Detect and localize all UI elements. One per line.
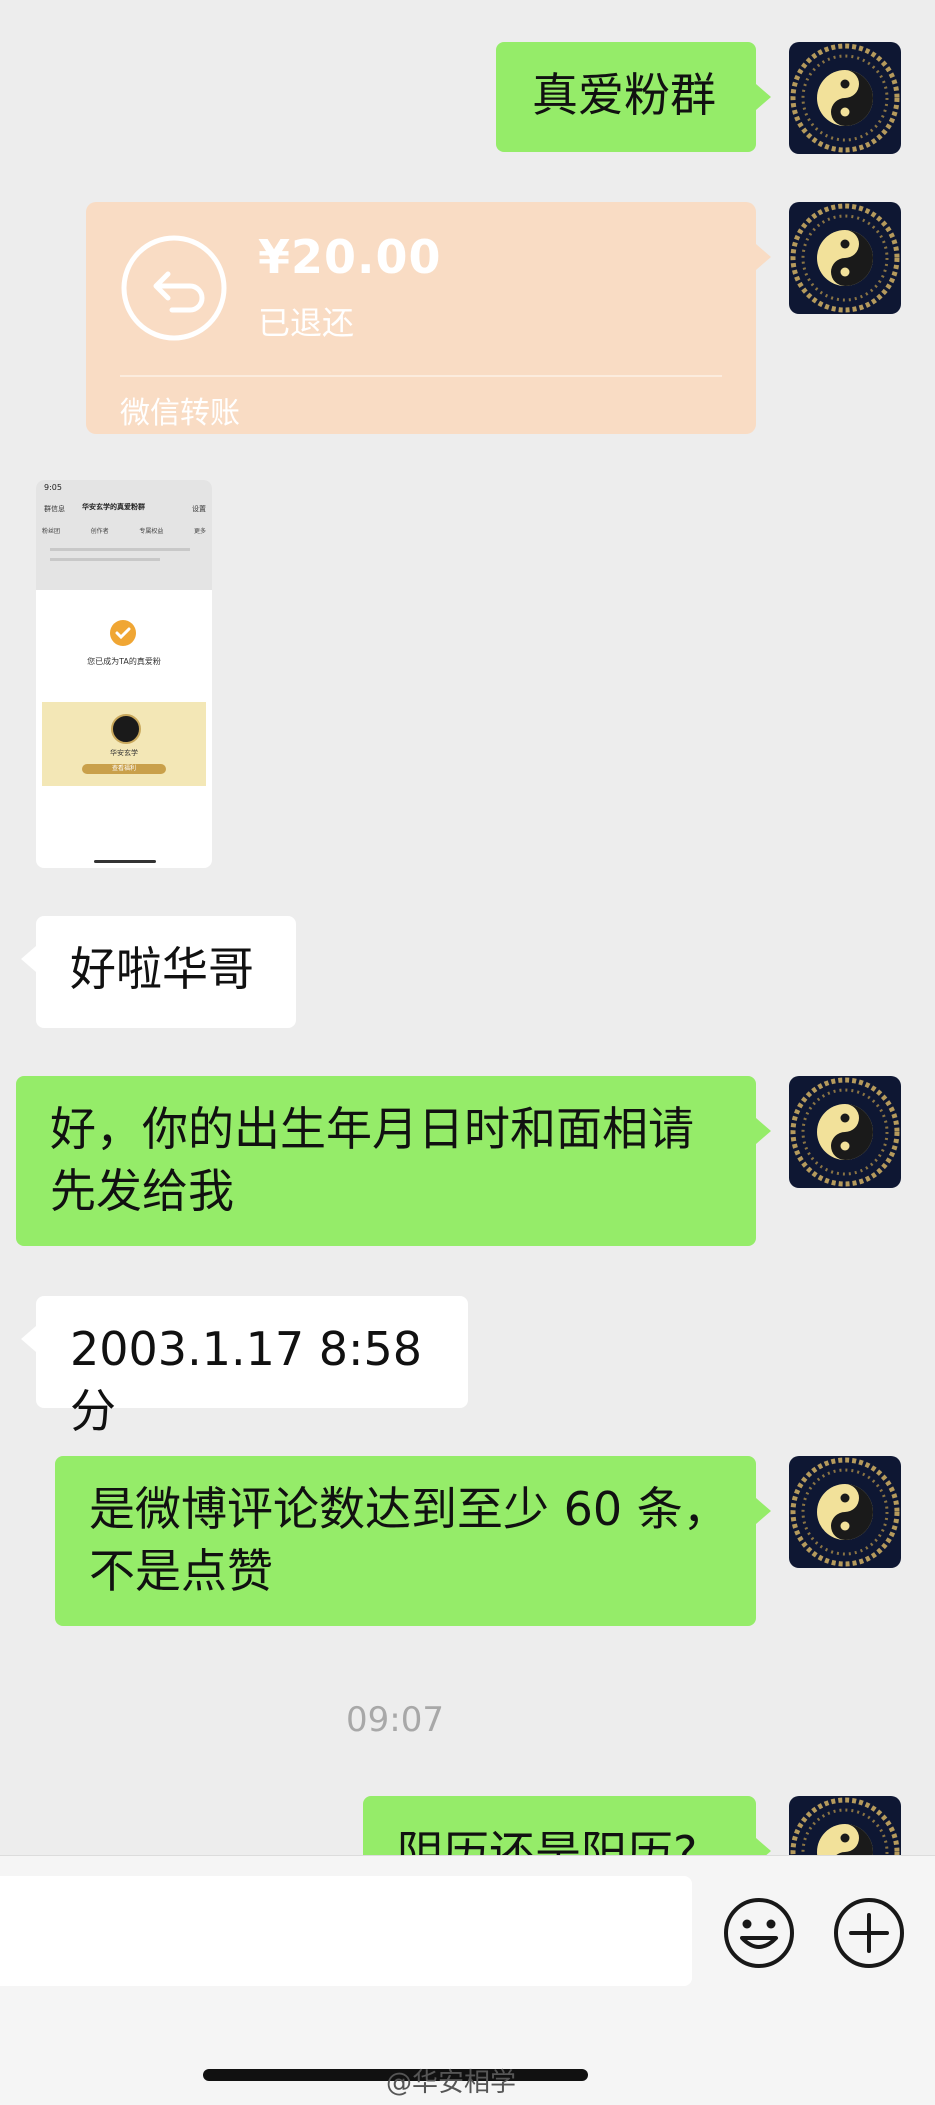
message-bubble[interactable]: 2003.1.17 8:58分 [36,1296,468,1438]
message-bubble[interactable]: 好啦华哥 [36,916,296,1028]
placeholder-lines [50,558,160,561]
yin-yang-icon [790,203,900,313]
yin-yang-icon [790,1797,900,1855]
tile-label: 粉丝团 [42,528,61,535]
smiley-icon [724,1898,794,1968]
account-name: 华安玄学 [110,749,138,757]
message-line: 不是点赞 [89,1544,273,1598]
thumbnail-tiles: 粉丝团 创作者 专属权益 更多 [42,526,206,535]
message-bubble[interactable]: 真爱粉群 [496,42,756,152]
emoji-button[interactable] [722,1896,796,1970]
message-bubble[interactable]: 是微博评论数达到至少 60 条， 不是点赞 [55,1456,756,1626]
message-line: 先发给我 [50,1164,234,1218]
thumbnail-title: 华安玄学的真爱粉群 [82,503,145,511]
watermark: @华安相学 [386,2068,517,2098]
fan-card: 华安玄学 查看福利 [42,702,206,786]
tile-label: 创作者 [90,528,109,535]
placeholder-lines [50,548,190,551]
transfer-label: 微信转账 [120,396,240,431]
transfer-status: 已退还 [258,304,355,342]
bubble-tail [756,84,771,110]
transfer-card[interactable]: ¥20.00 已退还 微信转账 [86,202,771,434]
check-badge-icon [110,620,136,646]
return-arrow-icon [121,235,227,341]
plus-icon [834,1898,904,1968]
avatar[interactable] [789,1076,901,1188]
avatar[interactable] [789,1796,901,1855]
message-text: 阴历还是阳历? [397,1826,698,1855]
bubble-tail [21,946,36,972]
home-indicator [94,860,156,863]
yin-yang-icon [790,1077,900,1187]
yin-yang-icon [790,43,900,153]
bubble-tail [756,244,771,270]
divider [120,375,722,377]
yin-yang-icon [790,1457,900,1567]
thumbnail-time: 9:05 [44,483,62,492]
avatar[interactable] [789,42,901,154]
bubble-tail [756,1838,771,1855]
success-text: 您已成为TA的真爱粉 [87,657,161,666]
image-message[interactable]: 9:05 群信息 华安玄学的真爱粉群 设置 粉丝团 创作者 专属权益 更多 您已… [36,480,212,868]
tile-label: 专属权益 [139,528,164,535]
transfer-amount: ¥20.00 [258,230,442,284]
message-text: 真爱粉群 [532,68,716,122]
message-input[interactable] [0,1876,692,1986]
message-text: 2003.1.17 8:58分 [70,1322,423,1438]
chat-area: 真爱粉群 ¥20.00 已退还 微信转账 9:05 群信息 华安玄学的真爱粉群 … [0,0,935,1855]
more-button[interactable] [832,1896,906,1970]
bubble-tail [756,1118,771,1144]
avatar[interactable] [789,202,901,314]
avatar[interactable] [789,1456,901,1568]
yin-yang-icon [111,714,141,744]
message-line: 是微博评论数达到至少 60 条， [89,1482,729,1536]
message-bubble[interactable]: 好，你的出生年月日时和面相请 先发给我 [16,1076,756,1246]
bubble-tail [21,1326,36,1352]
message-text: 好啦华哥 [70,942,254,996]
timestamp: 09:07 [346,1700,444,1740]
tile-label: 更多 [193,528,206,535]
message-bubble[interactable]: 阴历还是阳历? [363,1796,756,1855]
thumbnail-settings: 设置 [192,505,206,513]
view-benefits-button: 查看福利 [82,764,166,774]
thumbnail-header: 9:05 群信息 华安玄学的真爱粉群 设置 粉丝团 创作者 专属权益 更多 [36,480,212,590]
message-line: 好，你的出生年月日时和面相请 [50,1102,694,1156]
bubble-tail [756,1498,771,1524]
thumbnail-back: 群信息 [44,505,65,513]
